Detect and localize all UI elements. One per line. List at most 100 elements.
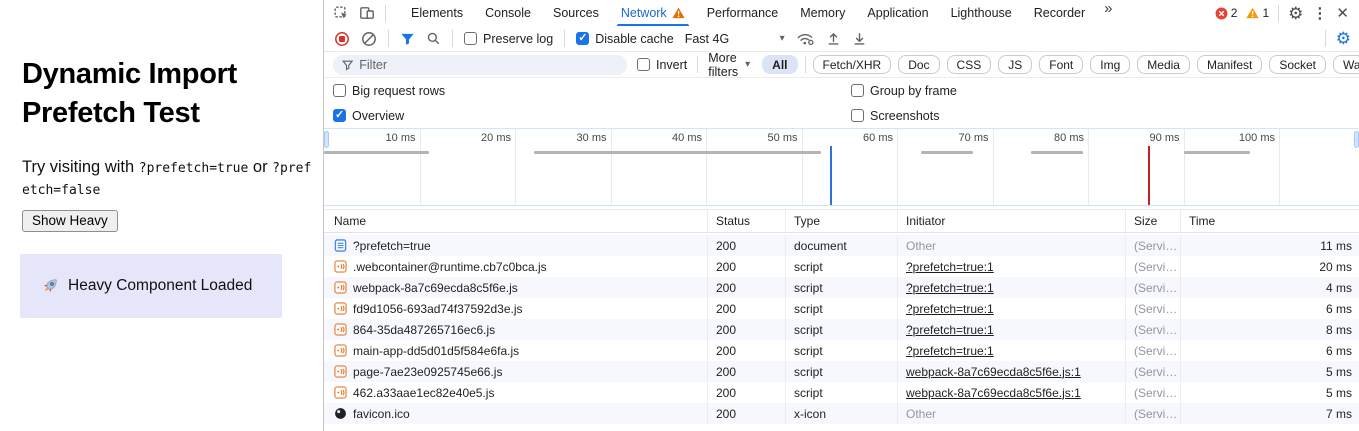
tab-elements[interactable]: Elements — [400, 0, 474, 26]
divider — [805, 56, 806, 73]
filter-input[interactable] — [359, 58, 618, 72]
page-intro: Try visiting with ?prefetch=true or ?pre… — [22, 157, 312, 201]
console-error-badge[interactable]: 2 — [1215, 6, 1238, 20]
kebab-menu-icon[interactable]: ⋮ — [1312, 6, 1327, 21]
column-header-status[interactable]: Status — [707, 210, 785, 232]
filter-funnel-icon — [342, 59, 353, 71]
settings-gear-icon[interactable]: ⚙ — [1288, 5, 1303, 22]
export-har-icon[interactable] — [852, 31, 867, 47]
network-settings-gear-icon[interactable]: ⚙ — [1336, 30, 1351, 47]
preserve-log-checkbox[interactable]: Preserve log — [464, 32, 553, 46]
device-toolbar-icon[interactable] — [359, 5, 375, 21]
initiator-link[interactable]: webpack-8a7c69ecda8c5f6e.js:1 — [906, 365, 1081, 379]
script-icon — [334, 260, 347, 273]
divider — [1278, 5, 1279, 22]
clear-network-log-icon[interactable] — [361, 31, 377, 47]
more-tabs-button[interactable]: » — [1096, 0, 1120, 26]
close-devtools-icon[interactable]: ✕ — [1336, 6, 1349, 21]
request-row[interactable]: fd9d1056-693ad74f37592d3e.js 200 script … — [324, 298, 1359, 319]
checkbox-unchecked[interactable] — [851, 109, 864, 122]
divider — [452, 30, 453, 47]
load-event-line — [1148, 146, 1150, 205]
show-heavy-button[interactable]: Show Heavy — [22, 210, 118, 232]
chevron-down-icon: ▾ — [780, 33, 785, 44]
tab-recorder[interactable]: Recorder — [1023, 0, 1096, 26]
request-row[interactable]: page-7ae23e0925745e66.js 200 script webp… — [324, 361, 1359, 382]
disable-cache-checkbox[interactable]: Disable cache — [576, 32, 674, 46]
network-filter-bar: Invert More filters ▾ All Fetch/XHR Doc … — [324, 52, 1359, 78]
chip-manifest[interactable]: Manifest — [1197, 55, 1262, 74]
column-header-time[interactable]: Time — [1180, 210, 1359, 232]
initiator-link[interactable]: webpack-8a7c69ecda8c5f6e.js:1 — [906, 386, 1081, 400]
tab-console[interactable]: Console — [474, 0, 542, 26]
left-overview-grip[interactable] — [324, 131, 329, 148]
filter-input-pill[interactable] — [333, 55, 627, 75]
console-warning-badge[interactable]: 1 — [1246, 6, 1269, 20]
import-har-icon[interactable] — [826, 31, 841, 47]
chip-socket[interactable]: Socket — [1269, 55, 1326, 74]
chip-wasm[interactable]: Wasm — [1333, 55, 1359, 74]
right-overview-grip[interactable] — [1354, 131, 1359, 148]
request-row[interactable]: favicon.ico 200 x-icon Other (Servi… 7 m… — [324, 403, 1359, 424]
invert-checkbox[interactable]: Invert — [637, 58, 687, 72]
network-overview[interactable]: 10 ms20 ms30 ms40 ms50 ms60 ms70 ms80 ms… — [324, 128, 1359, 206]
column-header-name[interactable]: Name — [324, 210, 707, 232]
column-header-size[interactable]: Size — [1125, 210, 1180, 232]
overview-tick-label: 40 ms — [640, 132, 702, 144]
network-conditions-icon[interactable] — [796, 31, 815, 47]
intro-or: or — [248, 158, 272, 176]
throttling-select[interactable]: Fast 4G ▾ — [685, 32, 785, 46]
tab-application[interactable]: Application — [856, 0, 939, 26]
overview-gridline — [802, 129, 803, 205]
inspect-element-icon[interactable] — [333, 5, 349, 21]
request-row[interactable]: webpack-8a7c69ecda8c5f6e.js 200 script ?… — [324, 277, 1359, 298]
banner-label: Heavy Component Loaded — [68, 277, 252, 295]
tab-network[interactable]: Network — [610, 0, 696, 26]
filter-toggle-icon[interactable] — [400, 32, 415, 46]
divider — [388, 30, 389, 47]
overview-gridline — [420, 129, 421, 205]
request-row[interactable]: .webcontainer@runtime.cb7c0bca.js 200 sc… — [324, 256, 1359, 277]
initiator-link[interactable]: ?prefetch=true:1 — [906, 281, 994, 295]
checkbox-unchecked[interactable] — [637, 58, 650, 71]
chip-all[interactable]: All — [762, 55, 797, 74]
tab-lighthouse[interactable]: Lighthouse — [940, 0, 1023, 26]
tab-sources[interactable]: Sources — [542, 0, 610, 26]
tab-memory[interactable]: Memory — [789, 0, 856, 26]
request-row[interactable]: main-app-dd5d01d5f584e6fa.js 200 script … — [324, 340, 1359, 361]
search-icon[interactable] — [426, 31, 441, 46]
tab-performance[interactable]: Performance — [696, 0, 790, 26]
group-by-frame-checkbox[interactable]: Group by frame — [851, 84, 957, 98]
chip-fetch-xhr[interactable]: Fetch/XHR — [813, 55, 892, 74]
chip-img[interactable]: Img — [1090, 55, 1130, 74]
checkbox-unchecked[interactable] — [464, 32, 477, 45]
checkbox-unchecked[interactable] — [333, 84, 346, 97]
request-row[interactable]: 462.a33aae1ec82e40e5.js 200 script webpa… — [324, 382, 1359, 403]
overview-checkbox[interactable]: Overview — [333, 109, 404, 123]
checkbox-checked[interactable] — [576, 32, 589, 45]
request-row[interactable]: ?prefetch=true 200 document Other (Servi… — [324, 235, 1359, 256]
network-warning-icon — [672, 7, 685, 19]
overview-gridline — [993, 129, 994, 205]
checkbox-unchecked[interactable] — [851, 84, 864, 97]
column-header-type[interactable]: Type — [785, 210, 897, 232]
request-row[interactable]: 864-35da487265716ec6.js 200 script ?pref… — [324, 319, 1359, 340]
chip-js[interactable]: JS — [998, 55, 1032, 74]
initiator-link[interactable]: ?prefetch=true:1 — [906, 323, 994, 337]
initiator-link[interactable]: ?prefetch=true:1 — [906, 260, 994, 274]
document-icon — [334, 239, 347, 252]
chip-font[interactable]: Font — [1039, 55, 1083, 74]
column-header-initiator[interactable]: Initiator — [897, 210, 1125, 232]
screenshots-checkbox[interactable]: Screenshots — [851, 109, 939, 123]
initiator-link[interactable]: ?prefetch=true:1 — [906, 302, 994, 316]
overview-gridline — [1279, 129, 1280, 205]
more-filters-button[interactable]: More filters ▾ — [708, 51, 750, 79]
script-icon — [334, 323, 347, 336]
record-network-log-icon[interactable] — [334, 31, 350, 47]
initiator-link[interactable]: ?prefetch=true:1 — [906, 344, 994, 358]
chip-media[interactable]: Media — [1137, 55, 1190, 74]
chip-css[interactable]: CSS — [947, 55, 992, 74]
checkbox-checked[interactable] — [333, 109, 346, 122]
big-request-rows-checkbox[interactable]: Big request rows — [333, 84, 445, 98]
chip-doc[interactable]: Doc — [898, 55, 939, 74]
